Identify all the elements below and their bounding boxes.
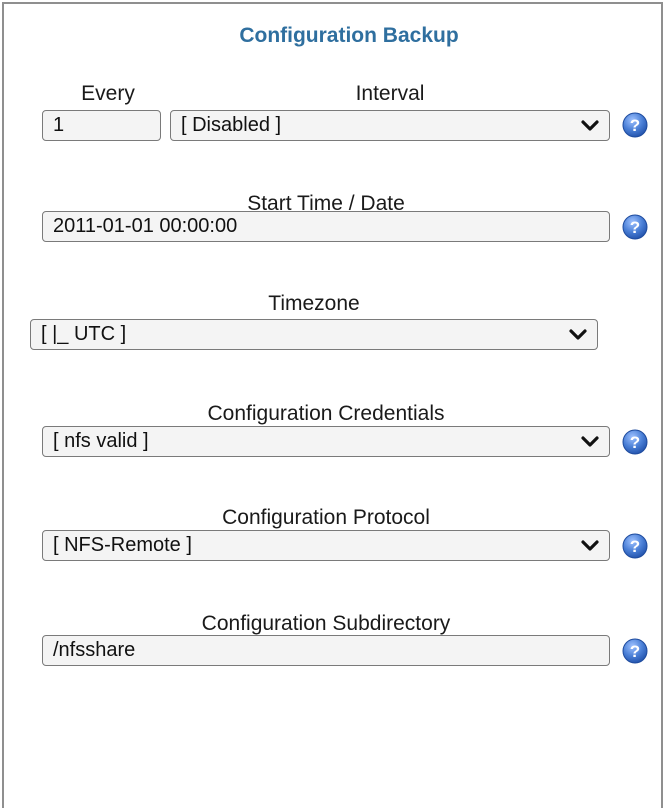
start-time-input[interactable]: 2011-01-01 00:00:00 bbox=[42, 211, 610, 242]
chevron-down-icon bbox=[581, 120, 599, 131]
chevron-down-icon bbox=[581, 540, 599, 551]
timezone-label: Timezone bbox=[268, 292, 360, 315]
protocol-label: Configuration Protocol bbox=[222, 506, 430, 529]
timezone-select-value: [ |_ UTC ] bbox=[41, 323, 127, 345]
interval-select[interactable]: [ Disabled ] bbox=[170, 110, 610, 141]
interval-select-value: [ Disabled ] bbox=[181, 114, 282, 136]
subdirectory-input[interactable]: /nfsshare bbox=[42, 635, 610, 666]
interval-label: Interval bbox=[355, 82, 425, 105]
subdirectory-label: Configuration Subdirectory bbox=[201, 612, 451, 635]
chevron-down-icon bbox=[569, 329, 587, 340]
credentials-select[interactable]: [ nfs valid ] bbox=[42, 426, 610, 457]
help-icon[interactable]: ? bbox=[622, 638, 648, 664]
svg-text:?: ? bbox=[630, 433, 640, 452]
chevron-down-icon bbox=[581, 436, 599, 447]
credentials-label: Configuration Credentials bbox=[207, 402, 445, 425]
protocol-select-value: [ NFS-Remote ] bbox=[53, 534, 192, 556]
every-input[interactable]: 1 bbox=[42, 110, 161, 141]
svg-text:?: ? bbox=[630, 116, 640, 135]
svg-text:?: ? bbox=[630, 218, 640, 237]
svg-text:?: ? bbox=[630, 537, 640, 556]
help-icon[interactable]: ? bbox=[622, 214, 648, 240]
panel-title: Configuration Backup bbox=[239, 24, 459, 47]
every-label: Every bbox=[81, 82, 135, 105]
help-icon[interactable]: ? bbox=[622, 112, 648, 138]
credentials-select-value: [ nfs valid ] bbox=[53, 430, 149, 452]
configuration-backup-panel: Configuration Backup Every Interval 1 [ … bbox=[2, 2, 663, 808]
help-icon[interactable]: ? bbox=[622, 533, 648, 559]
help-icon[interactable]: ? bbox=[622, 429, 648, 455]
timezone-select[interactable]: [ |_ UTC ] bbox=[30, 319, 598, 350]
protocol-select[interactable]: [ NFS-Remote ] bbox=[42, 530, 610, 561]
svg-text:?: ? bbox=[630, 642, 640, 661]
